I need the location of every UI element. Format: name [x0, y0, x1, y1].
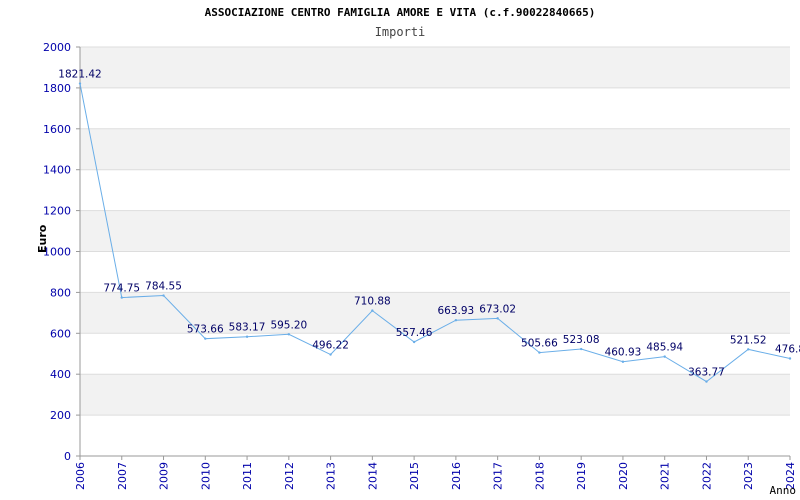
data-label: 557.46 [396, 327, 433, 339]
y-tick-label: 800 [50, 286, 71, 299]
data-point [329, 353, 332, 356]
data-point [78, 82, 82, 85]
x-tick-label: 2011 [241, 462, 254, 490]
data-label: 476.8 [775, 343, 800, 355]
y-tick-label: 400 [50, 368, 71, 381]
y-tick-label: 1400 [43, 164, 71, 177]
y-tick-label: 1200 [43, 205, 71, 218]
x-tick-label: 2022 [700, 462, 713, 490]
data-label: 573.66 [187, 324, 224, 336]
x-tick-label: 2019 [575, 462, 588, 490]
data-label: 663.93 [438, 305, 475, 317]
data-point [705, 380, 708, 383]
x-tick-label: 2020 [617, 462, 630, 490]
data-point [120, 296, 123, 299]
background-band [80, 374, 790, 416]
background-bands [80, 47, 790, 416]
x-tick-label: 2021 [659, 462, 672, 490]
y-axis-label: Euro [36, 224, 49, 253]
line-chart: 0200400600800100012001400160018002000 20… [43, 41, 800, 490]
data-label: 784.55 [145, 281, 182, 293]
data-point [162, 294, 165, 297]
data-point [788, 357, 792, 360]
data-label: 363.77 [688, 367, 725, 379]
y-tick-label: 2000 [43, 41, 71, 54]
x-tick-label: 2023 [742, 462, 755, 490]
background-band [80, 128, 790, 170]
x-tick-label: 2006 [74, 462, 87, 490]
data-point [454, 319, 458, 322]
data-point [747, 348, 750, 351]
x-tick-label: 2016 [450, 462, 463, 490]
data-label: 583.17 [229, 322, 266, 334]
x-tick-label: 2015 [408, 462, 421, 490]
background-band [80, 210, 790, 252]
x-tick-label: 2007 [116, 462, 129, 490]
data-point [287, 333, 291, 336]
data-label: 673.02 [479, 303, 516, 315]
data-point [496, 317, 499, 320]
data-point [204, 337, 207, 340]
data-label: 460.93 [605, 347, 642, 359]
background-band [80, 47, 790, 88]
x-tick-label: 2018 [533, 462, 546, 490]
x-tick-label: 2013 [325, 462, 338, 490]
data-label: 485.94 [646, 342, 683, 354]
data-point [538, 351, 541, 354]
data-point [245, 335, 249, 338]
x-tick-labels: 2006 2007 2009 2010 2011 2012 2013 2014 2015 2016… [74, 462, 797, 490]
data-label: 496.22 [312, 340, 349, 352]
y-tick-label: 1800 [43, 82, 71, 95]
y-tick-label: 0 [64, 450, 71, 463]
x-tick-label: 2017 [492, 462, 505, 490]
y-tick-label: 200 [50, 409, 71, 422]
data-point [412, 340, 416, 344]
data-label: 710.88 [354, 296, 391, 308]
x-tick-label: 2014 [366, 462, 379, 490]
data-point [371, 309, 374, 312]
x-tick-label: 2009 [158, 462, 171, 490]
data-point [621, 360, 625, 363]
data-label: 595.20 [270, 319, 307, 331]
data-point [663, 355, 666, 358]
data-label: 521.52 [730, 334, 767, 346]
x-tick-label: 2012 [283, 462, 296, 490]
data-label: 1821.42 [58, 69, 101, 81]
x-tick-label: 2010 [199, 462, 212, 490]
data-label: 523.08 [563, 334, 600, 346]
data-point [579, 347, 583, 351]
data-label: 774.75 [103, 283, 140, 295]
y-tick-label: 600 [50, 327, 71, 340]
data-label: 505.66 [521, 338, 558, 350]
y-tick-label: 1600 [43, 123, 71, 136]
x-axis-label: Anno [769, 484, 797, 497]
